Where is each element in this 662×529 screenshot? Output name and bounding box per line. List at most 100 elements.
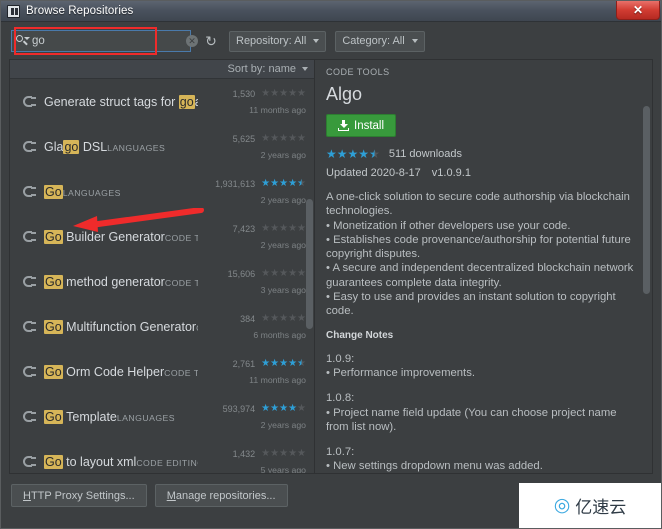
scrollbar-thumb[interactable] bbox=[643, 106, 650, 294]
plugin-star-rating: ★ ★ ★ ★ ★ bbox=[261, 133, 306, 144]
plugin-list-item[interactable]: Glago DSLLANGUAGES 5,625 ★ ★ ★ ★ ★ 2 years ago bbox=[10, 124, 314, 169]
plugin-list-pane: Sort by: name Generate struct tags for g… bbox=[10, 60, 315, 473]
star-icon: ★ bbox=[261, 403, 271, 414]
search-match-highlight: Go bbox=[44, 274, 63, 289]
star-icon: ★ bbox=[347, 146, 359, 161]
sort-dropdown[interactable]: Sort by: name bbox=[10, 60, 314, 79]
plugin-list-item[interactable]: Go Orm Code HelperCODE TOOLS2,761★★★★★11… bbox=[10, 349, 314, 394]
plugin-download-count: 1,931,613 bbox=[215, 178, 256, 189]
star-icon: ★ bbox=[297, 133, 306, 144]
clear-search-icon[interactable]: ✕ bbox=[186, 35, 198, 47]
star-icon: ★ bbox=[261, 223, 271, 234]
change-note-line: • New settings dropdown menu was added. bbox=[326, 460, 543, 473]
plugin-updated-date: 2 years ago bbox=[260, 195, 306, 205]
plugin-download-count: 5,625 bbox=[232, 133, 256, 144]
download-icon bbox=[338, 120, 349, 131]
search-match-highlight: Go bbox=[44, 229, 63, 244]
star-icon: ★ bbox=[279, 88, 289, 99]
plugin-text: GoLANGUAGES bbox=[44, 183, 198, 201]
change-note-entry: 1.0.7: • New settings dropdown menu was a… bbox=[326, 445, 640, 473]
star-icon: ★ bbox=[270, 88, 280, 99]
plugin-list-item[interactable]: Go method generatorCODE TOOLS15,606★★★★★… bbox=[10, 259, 314, 304]
plugin-star-rating: ★ ★ ★ ★ ★ bbox=[261, 448, 306, 459]
plugin-name: Go Orm Code Helper bbox=[44, 364, 165, 379]
star-icon: ★ bbox=[297, 403, 306, 414]
star-icon: ★ bbox=[288, 403, 298, 414]
search-icon[interactable] bbox=[15, 34, 30, 48]
star-icon: ★ bbox=[297, 448, 306, 459]
search-match-highlight: Go bbox=[44, 409, 63, 424]
star-icon: ★ bbox=[297, 223, 306, 234]
detail-scrollbar[interactable] bbox=[643, 106, 650, 406]
star-icon: ★ bbox=[261, 448, 271, 459]
close-button[interactable]: ✕ bbox=[616, 1, 660, 20]
search-input[interactable] bbox=[29, 35, 186, 47]
plugin-text: Go method generatorCODE TOOLS bbox=[44, 273, 198, 291]
toolbar: ✕ ↻ Repository: All Category: All bbox=[1, 23, 661, 59]
plugin-list[interactable]: Generate struct tags for goang CODE EDITI… bbox=[10, 79, 314, 473]
plugin-star-rating: ★ ★ ★ ★ ★ bbox=[261, 88, 306, 99]
scrollbar-thumb[interactable] bbox=[306, 199, 313, 329]
install-button-label: Install bbox=[354, 119, 385, 132]
star-icon: ★ bbox=[288, 133, 298, 144]
star-icon: ★ bbox=[288, 358, 298, 369]
http-proxy-settings-button[interactable]: HTTP Proxy Settings... bbox=[11, 484, 147, 507]
plugin-category: LANGUAGES bbox=[116, 412, 176, 423]
change-notes-header: Change Notes bbox=[326, 329, 394, 341]
plugin-list-item[interactable]: Generate struct tags for goangCODE EDITI… bbox=[10, 79, 314, 124]
plugin-list-item[interactable]: Go to layout xmlCODE EDITING 1,432 ★ ★ ★ ★ ★ 5 … bbox=[10, 439, 314, 473]
refresh-icon[interactable]: ↻ bbox=[202, 32, 220, 50]
star-icon: ★ bbox=[279, 358, 289, 369]
plugin-updated-date: 5 years ago bbox=[260, 465, 306, 473]
repository-filter-dropdown[interactable]: Repository: All bbox=[229, 30, 327, 52]
watermark-logo-icon: ◎ bbox=[553, 494, 571, 516]
search-match-highlight: Go bbox=[44, 454, 63, 469]
plugin-updated-date: 3 years ago bbox=[260, 285, 306, 295]
change-note-line: • Project name field update (You can cho… bbox=[326, 406, 617, 433]
search-field[interactable]: ✕ bbox=[11, 30, 198, 52]
star-icon: ★ bbox=[336, 146, 348, 161]
plugin-name: Go Multifunction Generator bbox=[44, 319, 197, 334]
plugin-category: CODE EDITING bbox=[136, 457, 198, 468]
plugin-list-scrollbar[interactable] bbox=[306, 79, 313, 475]
plugin-meta: 1,931,613 ★ ★ ★ ★ ★ 2 years ago bbox=[198, 178, 306, 205]
plugin-detail-pane: CODE TOOLS Algo Install ★ ★ ★ ★ ★ 511 downlo… bbox=[315, 60, 652, 473]
browse-repositories-dialog: Browse Repositories ✕ ✕ ↻ Repository: Al… bbox=[0, 0, 662, 529]
plugin-category: CODE TOOLS bbox=[164, 232, 198, 243]
plugin-star-rating: ★ ★ ★ ★ ★ bbox=[261, 178, 306, 189]
plugin-list-item[interactable]: Go TemplateLANGUAGES 593,974 ★ ★ ★ ★ ★ 2 years … bbox=[10, 394, 314, 439]
plugin-meta: 1,432 ★ ★ ★ ★ ★ 5 years ago bbox=[198, 448, 306, 473]
plugin-text: Go Multifunction GeneratorCODE EDITING bbox=[44, 318, 198, 336]
detail-category: CODE TOOLS bbox=[326, 67, 390, 77]
description-paragraph: • Easy to use and provides an instant so… bbox=[326, 291, 616, 318]
main-split: Sort by: name Generate struct tags for g… bbox=[9, 59, 653, 474]
star-icon: ★ bbox=[288, 313, 298, 324]
plugin-name: Glago DSL bbox=[44, 139, 108, 154]
change-notes-body: 1.0.9: • Performance improvements. 1.0.8: •… bbox=[326, 352, 640, 473]
detail-updated-row: Updated 2020-8-17 v1.0.9.1 bbox=[326, 167, 640, 179]
plugin-updated-date: 2 years ago bbox=[260, 240, 306, 250]
change-note-line: • Performance improvements. bbox=[326, 366, 475, 379]
plugin-text: Generate struct tags for goangCODE EDITI… bbox=[44, 93, 198, 111]
plugin-download-count: 384 bbox=[240, 313, 256, 324]
search-match-highlight: Go bbox=[44, 319, 63, 334]
chevron-down-icon bbox=[411, 39, 418, 43]
star-icon: ★ bbox=[270, 223, 280, 234]
star-icon: ★ bbox=[288, 178, 298, 189]
star-icon: ★ bbox=[270, 133, 280, 144]
plugin-star-rating: ★ ★ ★ ★ ★ bbox=[261, 358, 306, 369]
star-icon: ★ bbox=[288, 268, 298, 279]
plugin-category: LANGUAGES bbox=[62, 187, 121, 198]
category-filter-dropdown[interactable]: Category: All bbox=[335, 30, 425, 52]
star-icon: ★ bbox=[261, 358, 271, 369]
plugin-list-item[interactable]: Go Multifunction GeneratorCODE EDITING 38… bbox=[10, 304, 314, 349]
star-icon: ★ bbox=[270, 268, 280, 279]
plugin-download-count: 593,974 bbox=[222, 403, 256, 414]
manage-repositories-button[interactable]: Manage repositories... bbox=[154, 484, 288, 507]
star-icon: ★ bbox=[369, 146, 380, 161]
star-icon: ★ bbox=[279, 403, 289, 414]
star-icon: ★ bbox=[297, 358, 306, 369]
install-button[interactable]: Install bbox=[326, 114, 397, 137]
plugin-icon bbox=[19, 363, 36, 380]
star-icon: ★ bbox=[326, 146, 337, 161]
